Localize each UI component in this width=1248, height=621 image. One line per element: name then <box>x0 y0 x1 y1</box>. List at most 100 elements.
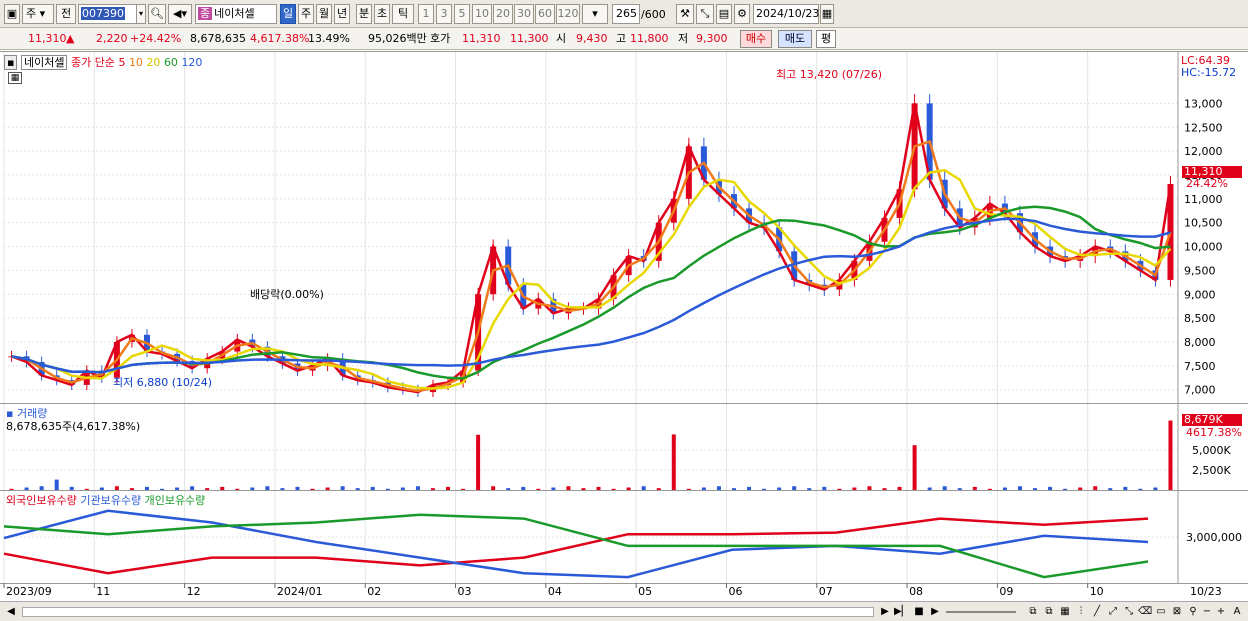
interval-20[interactable]: 20 <box>493 4 513 24</box>
bid-price-1: 11,310 <box>462 32 501 45</box>
volume-panel: 2,500K 5,000K ▪ 거래량 8,678,635주(4,617.38%)… <box>0 403 1248 491</box>
stock-name-field[interactable]: 종 네이처셀 <box>195 4 277 24</box>
erase-icon[interactable]: ⌫ <box>1138 605 1152 619</box>
scroll-track[interactable] <box>22 607 874 617</box>
grid-icon[interactable]: ▦ <box>8 72 22 84</box>
delete-icon[interactable]: ⊠ <box>1170 605 1184 619</box>
x-tick-label: 06 <box>728 585 742 598</box>
volume-bar <box>1168 420 1173 490</box>
settings-icon[interactable]: ⚙ <box>734 4 750 24</box>
individual-legend: 개인보유수량 <box>144 494 206 507</box>
fib-icon[interactable]: ⤡ <box>1122 605 1136 619</box>
volume-pct-tag: 4617.38% <box>1186 426 1242 439</box>
line-icon[interactable]: ╱ <box>1090 605 1104 619</box>
buy-button[interactable]: 매수 <box>740 30 772 48</box>
stock-code-value: 007390 <box>81 7 125 20</box>
zoom-icon[interactable]: ⤡ <box>696 4 714 24</box>
y-tick-label: 9,500 <box>1184 264 1216 277</box>
y-tick-label: 7,000 <box>1184 384 1216 397</box>
turnover: 13.49% <box>308 32 350 45</box>
ma10-label: 10 <box>128 56 143 69</box>
tab-period-week[interactable]: 주 <box>298 4 314 24</box>
open-label: 시 <box>556 32 567 45</box>
tab-period-tick[interactable]: 틱 <box>392 4 414 24</box>
foreign-legend: 외국인보유수량 <box>6 494 77 507</box>
tools-icon[interactable]: ⚒ <box>676 4 694 24</box>
stock-type-badge: 종 <box>198 7 213 20</box>
scroll-left-icon[interactable]: ◀ <box>4 605 18 619</box>
eval-button[interactable]: 평 <box>816 30 836 48</box>
chart-type-icon[interactable]: ⫶ <box>1074 605 1088 619</box>
ma20-line <box>11 168 1172 390</box>
play-icon[interactable]: ▶ <box>928 605 942 619</box>
interval-5[interactable]: 5 <box>454 4 470 24</box>
interval-120[interactable]: 120 <box>556 4 580 24</box>
interval-30[interactable]: 30 <box>514 4 534 24</box>
draw-icon[interactable]: ⤢ <box>1106 605 1120 619</box>
zoom-slider[interactable] <box>946 611 1016 613</box>
period-select[interactable]: 주 ▾ <box>22 4 54 24</box>
low-annotation: 최저 6,880 (10/24) <box>113 376 213 389</box>
interval-10[interactable]: 10 <box>472 4 492 24</box>
x-tick-label: 04 <box>548 585 562 598</box>
count-input[interactable]: 265 <box>612 4 640 24</box>
tab-period-second[interactable]: 초 <box>374 4 390 24</box>
y-tick-label: 8,000 <box>1184 336 1216 349</box>
stock-name-legend: 네이처셀 <box>20 55 68 70</box>
stop-icon[interactable]: ■ <box>912 605 926 619</box>
layout-icon[interactable]: ⧉ <box>1026 605 1040 619</box>
sell-button[interactable]: 매도 <box>778 30 812 48</box>
zoom-out-icon[interactable]: − <box>1200 605 1214 619</box>
go-end-icon[interactable]: ▶▏ <box>894 605 909 619</box>
interval-60[interactable]: 60 <box>535 4 555 24</box>
grid-view-icon[interactable]: ▦ <box>1058 605 1072 619</box>
interval-1[interactable]: 1 <box>418 4 434 24</box>
ma120-line <box>11 217 1171 374</box>
holding-panel: 외국인보유수량 기관보유수량 개인보유수량 3,000,000 <box>0 490 1248 584</box>
text-tool-icon[interactable]: ▭ <box>1154 605 1168 619</box>
tab-period-minute[interactable]: 분 <box>356 4 372 24</box>
tab-period-day[interactable]: 일 <box>280 4 296 24</box>
speaker-icon[interactable]: ◀▾ <box>168 4 192 24</box>
ma20-label: 20 <box>146 56 161 69</box>
chart-window-icon[interactable]: ▣ <box>4 4 20 24</box>
ma-legend-prefix: 종가 단순 <box>70 56 115 69</box>
price-change: 2,220 <box>96 32 128 45</box>
bid-price-2: 11,300 <box>510 32 549 45</box>
low-price: 9,300 <box>696 32 728 45</box>
x-tick-label: 2023/09 <box>6 585 52 598</box>
save-icon[interactable]: ▤ <box>716 4 732 24</box>
zoom-in-icon[interactable]: + <box>1214 605 1228 619</box>
interval-dropdown[interactable]: ▾ <box>582 4 608 24</box>
x-tick-label: 08 <box>909 585 923 598</box>
y-tick-label: 8,500 <box>1184 312 1216 325</box>
calendar-icon[interactable]: ▦ <box>820 4 834 24</box>
bid-label: 호가 <box>430 32 451 45</box>
prev-button[interactable]: 전 <box>56 4 76 24</box>
high-price: 11,800 <box>630 32 669 45</box>
search-icon[interactable]: 🔍︎ <box>148 4 166 24</box>
holding-axis-label: 3,000,000 <box>1186 531 1242 544</box>
volume-bar <box>54 479 59 490</box>
interval-3[interactable]: 3 <box>436 4 452 24</box>
ma5-label: 5 <box>118 56 126 69</box>
tab-period-year[interactable]: 년 <box>334 4 350 24</box>
copy-icon[interactable]: ⧉ <box>1042 605 1056 619</box>
volume-bar <box>912 445 917 490</box>
x-axis: 2023/09 11 12 2024/01 02 03 04 05 06 07 08 09 10 10/2… <box>0 583 1248 601</box>
magnify-icon[interactable]: ⚲ <box>1186 605 1200 619</box>
count-total: /600 <box>641 8 666 21</box>
price-chart[interactable]: 7,000 7,500 8,000 8,500 9,000 9,500 10,000 10,5… <box>0 52 1248 404</box>
y-tick-label: 10,000 <box>1184 241 1223 254</box>
tab-period-month[interactable]: 월 <box>316 4 332 24</box>
hc-label: HC:-15.72 <box>1181 66 1237 79</box>
trade-amount: 95,026백만 <box>368 32 427 45</box>
volume-chart[interactable]: 2,500K 5,000K <box>0 404 1248 491</box>
code-dropdown-icon[interactable]: ▾ <box>136 4 146 24</box>
volume-tick-label: 2,500K <box>1192 464 1231 477</box>
y-tick-label: 7,500 <box>1184 360 1216 373</box>
scroll-right-icon[interactable]: ▶ <box>878 605 892 619</box>
font-icon[interactable]: A <box>1230 605 1244 619</box>
date-input[interactable]: 2024/10/23 <box>753 4 819 24</box>
low-label: 저 <box>678 32 689 45</box>
